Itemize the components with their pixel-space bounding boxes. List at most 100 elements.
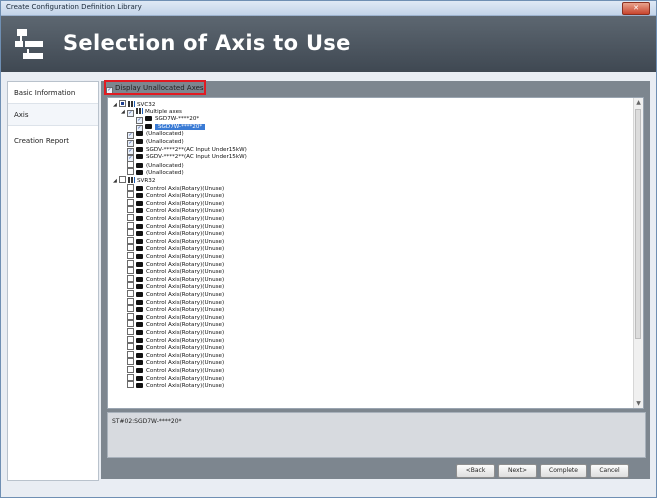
axis-checkbox[interactable] <box>127 335 134 343</box>
axis-checkbox[interactable] <box>127 183 134 191</box>
servo-device-icon <box>136 314 143 320</box>
network-icon <box>128 177 135 183</box>
servo-device-icon <box>136 352 143 358</box>
servo-device-icon <box>136 162 143 168</box>
tree-row-label: (Unallocated) <box>146 131 184 138</box>
servo-device-icon <box>136 254 143 259</box>
servo-device-icon <box>136 345 143 351</box>
servo-device-icon <box>136 360 143 366</box>
servo-device-icon <box>136 223 143 229</box>
back-button[interactable]: <Back <box>456 464 495 478</box>
tree-row[interactable]: Control Axis(Rotary)(Unuse) <box>121 381 224 389</box>
servo-device-icon <box>136 284 143 290</box>
scroll-up-arrow-icon[interactable]: ▲ <box>635 99 642 106</box>
nav-item-creation-report[interactable]: Creation Report <box>8 130 98 152</box>
nav-item-basic-information[interactable]: Basic Information <box>8 82 98 104</box>
servo-device-icon <box>136 185 143 191</box>
axis-checkbox[interactable] <box>127 160 134 168</box>
tree-scrollbar[interactable]: ▲ ▼ <box>633 98 643 408</box>
complete-button[interactable]: Complete <box>540 464 587 478</box>
page-title: Selection of Axis to Use <box>63 31 351 55</box>
scroll-thumb[interactable] <box>635 109 641 339</box>
servo-device-icon <box>136 269 143 275</box>
tree-row-label: SGDV-****2**(AC Input Under15kW) <box>146 146 247 153</box>
axis-checkbox[interactable] <box>127 350 134 358</box>
close-button[interactable]: ✕ <box>622 2 650 15</box>
description-box: ST#02:SGD7W-****20* <box>107 412 646 458</box>
axis-checkbox[interactable] <box>127 328 134 335</box>
axis-checkbox[interactable] <box>127 221 134 229</box>
axis-checkbox[interactable] <box>127 274 134 282</box>
axis-checkbox[interactable] <box>127 191 134 199</box>
servo-device-icon <box>136 246 143 252</box>
axis-checkbox[interactable] <box>127 267 134 275</box>
servo-device-icon <box>145 123 152 129</box>
axis-checkbox[interactable] <box>127 312 134 320</box>
servo-device-icon <box>136 292 143 297</box>
description-text: ST#02:SGD7W-****20* <box>112 418 182 425</box>
servo-device-icon <box>136 200 143 206</box>
network-icon <box>136 107 143 114</box>
nav-item-axis[interactable]: Axis <box>8 104 98 126</box>
axis-checkbox[interactable] <box>127 305 134 313</box>
servo-device-icon <box>136 139 143 144</box>
servo-device-icon <box>145 116 152 122</box>
axis-checkbox[interactable] <box>127 236 134 244</box>
servo-device-icon <box>136 146 143 152</box>
servo-device-icon <box>136 261 143 267</box>
axis-checkbox[interactable] <box>127 206 134 214</box>
axis-checkbox[interactable] <box>127 366 134 373</box>
tree-row-label: SGD7W-****20* <box>155 116 200 123</box>
axis-checkbox[interactable] <box>127 214 134 221</box>
axis-checkbox[interactable] <box>127 381 134 389</box>
axis-checkbox[interactable] <box>127 252 134 259</box>
highlight-annotation-box <box>104 80 206 95</box>
servo-device-icon <box>136 276 143 282</box>
axis-checkbox[interactable] <box>127 320 134 328</box>
cancel-button[interactable]: Cancel <box>590 464 629 478</box>
axis-checkbox[interactable] <box>127 290 134 297</box>
tree-row-label: SGDV-****2**(AC Input Under15kW) <box>146 154 247 161</box>
scroll-down-arrow-icon[interactable]: ▼ <box>635 400 642 407</box>
axis-checkbox[interactable] <box>127 282 134 290</box>
axis-checkbox[interactable] <box>119 100 126 107</box>
servo-device-icon <box>136 383 143 389</box>
network-icon <box>128 101 135 107</box>
servo-device-icon <box>136 170 143 176</box>
tree-row-label: (Unallocated) <box>146 139 184 145</box>
servo-device-icon <box>136 216 143 221</box>
axis-selection-panel: ✓ Display Unallocated Axes ▲ ▼ ◢ SVC32 ◢ ✓ Mu… <box>101 81 650 479</box>
axis-checkbox[interactable] <box>127 168 134 176</box>
window-title: Create Configuration Definition Library <box>6 3 142 11</box>
axis-checkbox[interactable] <box>127 244 134 252</box>
page-header: Selection of Axis to Use <box>1 16 656 72</box>
servo-device-icon <box>136 193 143 199</box>
axis-library-icon <box>15 29 43 59</box>
axis-checkbox[interactable] <box>127 343 134 351</box>
servo-device-icon <box>136 375 143 381</box>
next-button[interactable]: Next> <box>498 464 537 478</box>
axis-checkbox[interactable] <box>127 259 134 267</box>
title-bar: Create Configuration Definition Library … <box>1 1 656 16</box>
servo-device-icon <box>136 299 143 305</box>
servo-device-icon <box>136 131 143 137</box>
tree-row-label: Control Axis(Rotary)(Unuse) <box>146 383 225 390</box>
wizard-step-list: Basic Information Axis Creation Report <box>7 81 99 481</box>
servo-device-icon <box>136 368 143 373</box>
axis-tree[interactable]: ▲ ▼ ◢ SVC32 ◢ ✓ Multiple axes ✓ SGD7W-****20* ✓… <box>107 97 644 409</box>
axis-checkbox[interactable] <box>127 358 134 366</box>
tree-row-label: SGD7W-****20* <box>155 123 206 130</box>
axis-checkbox[interactable] <box>119 176 126 183</box>
tree-row-label: Multiple axes <box>145 108 182 115</box>
servo-device-icon <box>136 337 143 343</box>
servo-device-icon <box>136 330 143 335</box>
servo-device-icon <box>136 307 143 313</box>
axis-checkbox[interactable] <box>127 373 134 381</box>
axis-checkbox[interactable] <box>127 229 134 237</box>
servo-device-icon <box>136 154 143 160</box>
axis-checkbox[interactable] <box>127 198 134 206</box>
servo-device-icon <box>136 322 143 328</box>
servo-device-icon <box>136 231 143 237</box>
axis-checkbox[interactable] <box>127 297 134 305</box>
wizard-window: Create Configuration Definition Library … <box>0 0 657 498</box>
